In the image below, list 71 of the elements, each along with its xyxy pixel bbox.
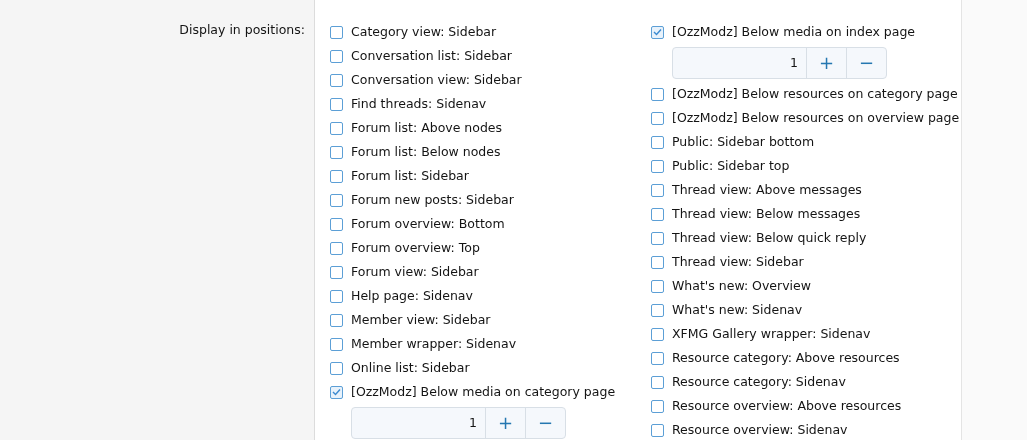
checkbox-label[interactable]: Member view: Sidebar xyxy=(351,310,491,330)
checkbox-label[interactable]: [OzzModz] Below resources on overview page xyxy=(672,108,960,128)
checkbox[interactable] xyxy=(330,193,343,207)
checkbox-label[interactable]: Thread view: Below quick reply xyxy=(672,228,867,248)
checkbox[interactable] xyxy=(651,351,664,365)
checkbox[interactable] xyxy=(330,289,343,303)
checkbox-label[interactable]: Conversation view: Sidebar xyxy=(351,70,522,90)
checkbox[interactable] xyxy=(651,111,664,125)
checkbox[interactable] xyxy=(330,25,343,39)
checkbox-label[interactable]: Thread view: Below messages xyxy=(672,204,861,224)
checkbox[interactable] xyxy=(651,399,664,413)
checkbox[interactable] xyxy=(330,73,343,87)
checkbox[interactable] xyxy=(651,159,664,173)
checkbox-label[interactable]: Forum new posts: Sidebar xyxy=(351,190,514,210)
checkbox[interactable] xyxy=(330,169,343,183)
checkbox-label[interactable]: Thread view: Above messages xyxy=(672,180,862,200)
checkbox-label[interactable]: Forum view: Sidebar xyxy=(351,262,479,282)
increment-button[interactable]: + xyxy=(806,48,846,78)
checkbox-label[interactable]: Help page: Sidenav xyxy=(351,286,473,306)
checkbox[interactable] xyxy=(330,313,343,327)
decrement-button[interactable]: − xyxy=(525,408,565,438)
checkbox-label[interactable]: XFMG Gallery wrapper: Sidenav xyxy=(672,324,871,344)
checkbox-label[interactable]: [OzzModz] Below resources on category page xyxy=(672,84,958,104)
checkbox[interactable] xyxy=(330,49,343,63)
checkbox-label[interactable]: Public: Sidebar top xyxy=(672,156,790,176)
checkbox[interactable] xyxy=(651,207,664,221)
checkbox-label[interactable]: Resource category: Above resources xyxy=(672,348,900,368)
checkbox-label[interactable]: Thread view: Sidebar xyxy=(672,252,804,272)
checkbox-label[interactable]: Online list: Sidebar xyxy=(351,358,470,378)
checkbox[interactable] xyxy=(651,423,664,437)
checkbox[interactable] xyxy=(330,385,343,399)
checkbox[interactable] xyxy=(651,255,664,269)
checkbox[interactable] xyxy=(651,25,664,39)
checkbox[interactable] xyxy=(651,183,664,197)
checkbox-label[interactable]: Resource overview: Sidenav xyxy=(672,420,848,440)
checkbox-label[interactable]: Find threads: Sidenav xyxy=(351,94,487,114)
number-input[interactable]: 1 + − xyxy=(351,407,566,439)
checkbox[interactable] xyxy=(330,361,343,375)
checkbox[interactable] xyxy=(330,121,343,135)
checkbox[interactable] xyxy=(651,279,664,293)
checkbox[interactable] xyxy=(330,145,343,159)
checkbox-label[interactable]: Public: Sidebar bottom xyxy=(672,132,815,152)
checkbox[interactable] xyxy=(651,135,664,149)
checkbox-label[interactable]: Forum overview: Top xyxy=(351,238,480,258)
number-input[interactable]: 1 + − xyxy=(672,47,887,79)
field-label: Display in positions: xyxy=(179,22,305,37)
checkbox[interactable] xyxy=(330,241,343,255)
checkbox-label[interactable]: Resource overview: Above resources xyxy=(672,396,902,416)
checkbox[interactable] xyxy=(651,327,664,341)
checkbox-label[interactable]: Forum overview: Bottom xyxy=(351,214,505,234)
checkbox[interactable] xyxy=(651,231,664,245)
checkbox[interactable] xyxy=(651,303,664,317)
checkbox-label[interactable]: What's new: Overview xyxy=(672,276,811,296)
checkbox-label[interactable]: Forum list: Below nodes xyxy=(351,142,501,162)
checkbox-label[interactable]: Category view: Sidebar xyxy=(351,22,497,42)
checkbox-label[interactable]: [OzzModz] Below media on index page xyxy=(672,22,916,42)
checkbox[interactable] xyxy=(330,337,343,351)
checkbox-label[interactable]: Member wrapper: Sidenav xyxy=(351,334,517,354)
checkbox[interactable] xyxy=(651,375,664,389)
checkbox-label[interactable]: Forum list: Above nodes xyxy=(351,118,503,138)
increment-button[interactable]: + xyxy=(485,408,525,438)
checkbox[interactable] xyxy=(651,87,664,101)
checkbox-label[interactable]: Forum list: Sidebar xyxy=(351,166,469,186)
checkbox[interactable] xyxy=(330,217,343,231)
decrement-button[interactable]: − xyxy=(846,48,886,78)
checkbox-label[interactable]: [OzzModz] Below media on category page xyxy=(351,382,616,402)
checkbox-label[interactable]: Conversation list: Sidebar xyxy=(351,46,512,66)
checkbox-label[interactable]: Resource category: Sidenav xyxy=(672,372,846,392)
checkbox[interactable] xyxy=(330,265,343,279)
checkbox[interactable] xyxy=(330,97,343,111)
checkbox-label[interactable]: What's new: Sidenav xyxy=(672,300,803,320)
